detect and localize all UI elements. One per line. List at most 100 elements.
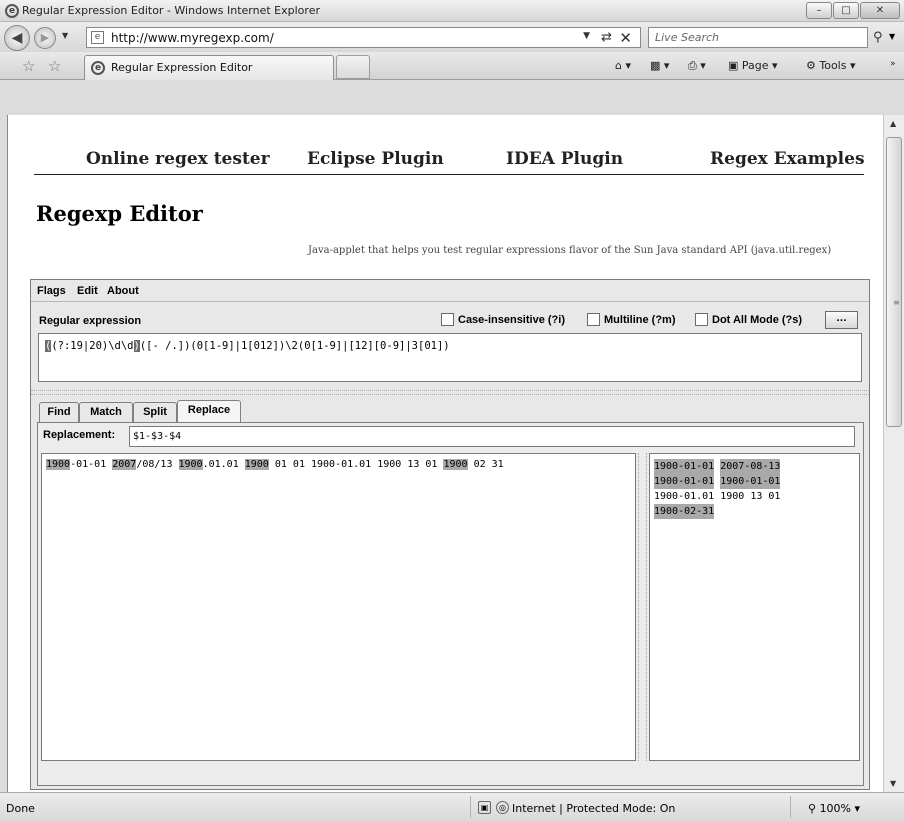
dot-all-checkbox[interactable] (695, 313, 708, 326)
search-placeholder: Live Search (655, 31, 719, 44)
tab-bar: ☆ ☆ e Regular Expression Editor ⌂ ▾ ▩ ▾ … (0, 52, 904, 80)
search-options-icon[interactable]: ▼ (889, 32, 895, 41)
address-dropdown-icon[interactable]: ▼ (583, 31, 590, 41)
tab-title: Regular Expression Editor (111, 61, 253, 74)
search-box[interactable]: Live Search (648, 27, 868, 48)
home-icon[interactable]: ⌂ ▾ (615, 59, 631, 72)
vertical-splitter[interactable] (638, 453, 647, 761)
ie-logo-icon: e (5, 4, 19, 18)
multiline-label: Multiline (?m) (604, 314, 676, 326)
flag-multiline[interactable]: Multiline (?m) (587, 313, 676, 326)
security-report-icon[interactable]: ▣ (478, 801, 491, 814)
back-button[interactable]: ◀ (4, 25, 30, 51)
subject-segment: 01 01 1900-01.01 1900 13 01 (268, 459, 444, 470)
result-item: 1900-01-01 (654, 474, 715, 489)
frame-band (0, 80, 904, 115)
page-title: Regexp Editor (36, 201, 203, 226)
multiline-checkbox[interactable] (587, 313, 600, 326)
nav-eclipse-plugin[interactable]: Eclipse Plugin (307, 149, 444, 169)
nav-idea-plugin[interactable]: IDEA Plugin (506, 149, 623, 169)
add-favorites-icon[interactable]: ☆ (48, 57, 61, 75)
nav-online-regex-tester[interactable]: Online regex tester (86, 149, 270, 169)
status-bar: Done ▣ ◎ Internet | Protected Mode: On ⚲… (0, 792, 904, 822)
subject-segment: 1900 (443, 459, 468, 470)
scrollbar-thumb[interactable]: ≡ (886, 137, 902, 427)
subject-segment: 1900 (244, 459, 269, 470)
chevron-more-icon[interactable]: » (890, 59, 896, 69)
print-icon[interactable]: ⎙ ▾ (688, 59, 706, 73)
case-insensitive-label: Case-insensitive (?i) (458, 314, 565, 326)
result-item: 1900 13 01 (720, 491, 781, 502)
subject-segment: 2007 (112, 459, 137, 470)
gear-icon: ⚙ (806, 59, 816, 72)
tab-replace[interactable]: Replace (177, 400, 241, 422)
favorites-star-icon[interactable]: ☆ (22, 57, 35, 75)
tools-menu[interactable]: ⚙ Tools ▾ (806, 59, 856, 72)
regex-editor-applet: Flags Edit About Regular expression Case… (30, 279, 870, 790)
replace-results[interactable]: 1900-01-01 2007-08-13 1900-01-01 1900-01-0… (649, 453, 860, 761)
grip-icon: ≡ (893, 298, 900, 307)
zoom-value: 100% (819, 802, 852, 815)
menu-edit[interactable]: Edit (77, 285, 98, 297)
regex-group-1: (?:19|20)\d\d (51, 340, 134, 352)
scroll-down-icon[interactable]: ▼ (890, 779, 896, 788)
status-divider (790, 796, 791, 818)
result-item: 1900-02-31 (654, 504, 715, 519)
subject-segment: 02 31 (467, 459, 504, 470)
forward-button[interactable]: ▶ (34, 27, 56, 49)
tab-match[interactable]: Match (79, 402, 133, 422)
status-text: Done (6, 802, 35, 815)
result-item: 2007-08-13 (720, 459, 781, 474)
more-options-button[interactable]: ... (825, 311, 858, 329)
address-url[interactable]: http://www.myregexp.com/ (111, 31, 274, 45)
regex-input[interactable]: ((?:19|20)\d\d)([- /.])(0[1-9]|1[012])\2… (38, 333, 862, 382)
regex-rest: ([- /.])(0[1-9]|1[012])\2(0[1-9]|[12][0-… (139, 340, 450, 352)
tab-split[interactable]: Split (133, 402, 177, 422)
maximize-button[interactable]: □ (833, 2, 859, 19)
nav-regex-examples[interactable]: Regex Examples (710, 149, 865, 169)
page-menu[interactable]: ▣ Page ▾ (728, 59, 778, 72)
address-bar[interactable]: e http://www.myregexp.com/ ▼ ⇄ ✕ (86, 27, 641, 48)
page-scrollbar[interactable]: ▲ ≡ ▼ (883, 115, 904, 792)
zoom-level[interactable]: ⚲ 100% ▾ (808, 802, 860, 815)
new-tab-button[interactable] (336, 55, 370, 79)
security-zone[interactable]: Internet | Protected Mode: On (512, 802, 675, 815)
page-menu-icon: ▣ (728, 59, 739, 72)
history-dropdown-icon[interactable]: ▼ (62, 31, 68, 40)
replacement-label: Replacement: (43, 429, 116, 441)
scroll-up-icon[interactable]: ▲ (890, 119, 896, 128)
replacement-input[interactable]: $1-$3-$4 (129, 426, 855, 447)
menu-about[interactable]: About (107, 285, 139, 297)
window-title: Regular Expression Editor - Windows Inte… (22, 4, 320, 17)
horizontal-splitter[interactable] (31, 390, 869, 395)
site-navigation: Online regex tester Eclipse Plugin IDEA … (34, 149, 865, 175)
feeds-icon[interactable]: ▩ ▾ (650, 59, 669, 72)
menu-flags[interactable]: Flags (37, 285, 66, 297)
subject-segment: 1900 (46, 459, 71, 470)
refresh-icon[interactable]: ⇄ (601, 30, 612, 45)
subject-segment: .01.01 (202, 459, 245, 470)
minimize-button[interactable]: – (806, 2, 832, 19)
regex-label: Regular expression (39, 315, 142, 327)
close-button[interactable]: ✕ (860, 2, 900, 19)
stop-icon[interactable]: ✕ (619, 29, 632, 47)
tab-find[interactable]: Find (39, 402, 79, 422)
subject-text-area[interactable]: 1900-01-01 2007/08/13 1900.01.01 1900 01… (41, 453, 636, 761)
flag-case-insensitive[interactable]: Case-insensitive (?i) (441, 313, 565, 326)
page-menu-label: Page (741, 59, 769, 72)
result-item: 1900-01.01 (654, 491, 715, 502)
page-tagline: Java-applet that helps you test regular … (308, 245, 832, 256)
replace-panel: Replacement: $1-$3-$4 1900-01-01 2007/08… (37, 422, 864, 786)
subject-segment: /08/13 (136, 459, 179, 470)
browser-tab[interactable]: e Regular Expression Editor (84, 55, 334, 80)
dot-all-label: Dot All Mode (?s) (712, 314, 803, 326)
zoom-icon: ⚲ (808, 802, 817, 815)
page-icon: e (91, 31, 104, 44)
back-arrow-icon: ◀ (11, 30, 23, 46)
flag-dot-all[interactable]: Dot All Mode (?s) (695, 313, 802, 326)
case-insensitive-checkbox[interactable] (441, 313, 454, 326)
navigation-bar: ◀ ▶ ▼ e http://www.myregexp.com/ ▼ ⇄ ✕ L… (0, 22, 904, 52)
window-controls: – □ ✕ (806, 2, 900, 19)
search-icon[interactable]: ⚲ (873, 30, 883, 45)
tools-menu-label: Tools (819, 59, 847, 72)
